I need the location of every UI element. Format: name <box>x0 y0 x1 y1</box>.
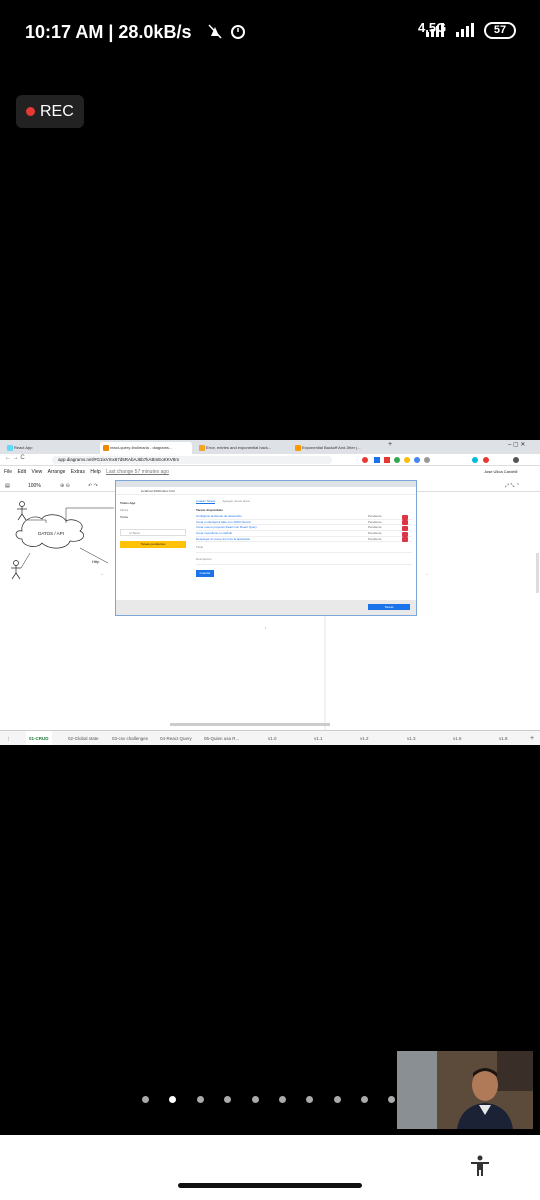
http-label: Http <box>92 559 100 564</box>
react-favicon-icon <box>7 445 13 451</box>
page-tab[interactable]: v1.1 <box>314 731 323 745</box>
cloud-label: DATOS / API <box>38 531 64 536</box>
menu-extras[interactable]: Extras <box>71 469 85 475</box>
extensions-icons[interactable] <box>360 456 530 464</box>
status-bar: 10:17 AM | 28.0kB/s 4.5G 57 <box>0 0 540 64</box>
page-tab[interactable]: v1.0 <box>268 731 277 745</box>
zoom-in-out-icon[interactable]: ⊕ ⊖ <box>60 480 70 492</box>
profile-name[interactable]: Jose Ulloa Cardelli <box>484 467 517 477</box>
svg-text:←: ← <box>100 571 105 577</box>
drawio-favicon-icon <box>103 445 109 451</box>
browser-tab[interactable]: Exponential Backoff And Jitter |... <box>292 442 384 454</box>
page-dot[interactable] <box>361 1096 368 1103</box>
page-dot[interactable] <box>279 1096 286 1103</box>
window-controls-icon[interactable]: – ▢ ✕ <box>508 441 525 448</box>
trash-icon <box>402 537 408 543</box>
recording-indicator[interactable]: REC <box>16 95 84 128</box>
svg-text:→: → <box>424 571 429 577</box>
shared-screen: React App react-query-tirulimaria - diag… <box>0 440 540 745</box>
inner-sidebar: Todos App Filtros Todos Id Tarea Tareas … <box>120 501 186 548</box>
inner-save-button: Guardar <box>196 570 214 578</box>
page-dot-active[interactable] <box>169 1096 176 1103</box>
inner-main-panel: Listado Tareas Agregar nueva tarea Tarea… <box>196 499 412 578</box>
page-tab[interactable]: v1.8 <box>499 731 508 745</box>
presenter-image <box>397 1051 533 1129</box>
menu-help[interactable]: Help <box>90 469 100 475</box>
embedded-app-image[interactable]: localhost:3000/index.html Todos App Filt… <box>115 480 417 616</box>
inner-tab-list: Listado Tareas <box>196 499 216 504</box>
page-dot[interactable] <box>142 1096 149 1103</box>
browser-tab-active[interactable]: react-query-tirulimaria - diagrams... <box>100 442 192 454</box>
inner-id-input: Id Tarea <box>120 529 186 536</box>
svg-text:↓: ↓ <box>264 625 267 631</box>
pages-menu-icon[interactable]: ⋮ <box>6 731 11 745</box>
inner-section-label: Todos <box>120 515 129 519</box>
page-tab[interactable]: v1.3 <box>407 731 416 745</box>
page-tab-active[interactable]: 01-CRUD <box>26 731 52 745</box>
page-dot[interactable] <box>224 1096 231 1103</box>
inner-filters-label: Filtros <box>120 508 129 512</box>
fullscreen-icon[interactable]: ⤢ ⤡ ⌃ <box>505 480 520 492</box>
page-tabs: ⋮ 01-CRUD 02-Global state 03-csv challen… <box>0 730 540 745</box>
status-time: 10:17 AM | 28.0kB/s <box>25 22 192 42</box>
page-tab[interactable]: v1.6 <box>453 731 462 745</box>
inner-tab-add: Agregar nueva tarea <box>222 499 250 503</box>
browser-address-bar: ← → C app.diagrams.net/#G1ixVmx67d5RAbAJ… <box>0 454 540 466</box>
menu-file[interactable]: File <box>4 469 12 475</box>
page-tab[interactable]: 04-React Query <box>160 731 192 745</box>
recording-label: REC <box>40 103 74 120</box>
battery-icon: 57 <box>484 22 516 39</box>
format-panel-icon[interactable]: ▤ <box>5 480 10 492</box>
zoom-level[interactable]: 100% <box>28 480 41 492</box>
menu-view[interactable]: View <box>31 469 42 475</box>
page-tab[interactable]: 05-Quien usa R... <box>204 731 239 745</box>
browser-tab-bar: React App react-query-tirulimaria - diag… <box>0 440 540 454</box>
page-dot[interactable] <box>252 1096 259 1103</box>
last-change-link[interactable]: Last change 57 minutes ago <box>106 469 169 475</box>
browser-tab[interactable]: React App <box>4 442 96 454</box>
tab-favicon-icon <box>295 445 301 451</box>
drawio-canvas[interactable]: DATOS / API Http ↑ ↓ ← → localhost:3000/… <box>0 480 540 730</box>
undo-redo-icon[interactable]: ↶ ↷ <box>88 480 98 492</box>
url-field[interactable]: app.diagrams.net/#G1ixVmx67d5RAbAJ6b7kAB… <box>52 456 332 464</box>
menu-arrange[interactable]: Arrange <box>48 469 66 475</box>
drawio-menubar: File Edit View Arrange Extras Help Last … <box>0 467 540 477</box>
page-dot[interactable] <box>388 1096 395 1103</box>
record-dot-icon <box>26 107 35 116</box>
page-dot[interactable] <box>197 1096 204 1103</box>
page-tab[interactable]: v1.2 <box>360 731 369 745</box>
inner-pending-button: Tareas pendientes <box>120 541 186 548</box>
browser-tab[interactable]: Error, entries and exponential back... <box>196 442 288 454</box>
home-indicator[interactable] <box>178 1183 362 1188</box>
back-forward-reload-icon[interactable]: ← → C <box>5 455 25 461</box>
inner-app-title: Todos App <box>120 501 136 505</box>
add-page-icon[interactable]: + <box>530 731 534 745</box>
silent-and-alarm-icons <box>208 24 245 39</box>
page-dot[interactable] <box>334 1096 341 1103</box>
inner-url: localhost:3000/index.html <box>116 487 416 495</box>
signal-icon <box>426 23 474 37</box>
page-dot[interactable] <box>306 1096 313 1103</box>
bottom-bar <box>0 1135 540 1200</box>
menu-edit[interactable]: Edit <box>17 469 26 475</box>
inner-description-field: Descripción <box>196 557 412 566</box>
inner-footer-button: Tareas <box>368 604 410 610</box>
tab-favicon-icon <box>199 445 205 451</box>
accessibility-icon[interactable] <box>470 1155 490 1177</box>
inner-title-field: Titulo <box>196 545 412 554</box>
presenter-video[interactable] <box>397 1051 533 1129</box>
new-tab-icon[interactable]: + <box>388 441 392 448</box>
inner-task-row: Desplegar el nuevo front de la aplicació… <box>196 537 412 543</box>
page-tab[interactable]: 03-csv challenges <box>112 731 148 745</box>
inner-footer: Tareas <box>116 600 416 615</box>
page-tab[interactable]: 02-Global state <box>68 731 99 745</box>
